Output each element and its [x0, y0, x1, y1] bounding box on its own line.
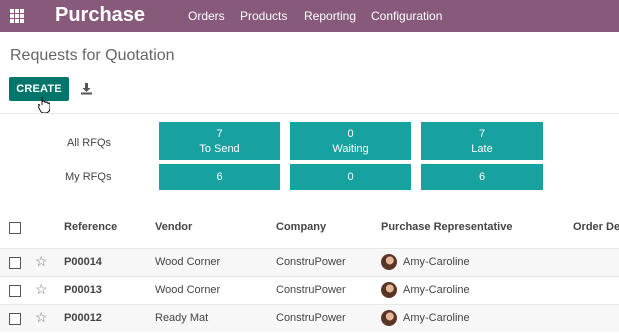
- table-row[interactable]: ☆ P00013 Wood Corner ConstruPower Amy-Ca…: [0, 276, 619, 304]
- table-row[interactable]: ☆ P00014 Wood Corner ConstruPower Amy-Ca…: [0, 248, 619, 276]
- table-row[interactable]: ☆ P00012 Ready Mat ConstruPower Amy-Caro…: [0, 304, 619, 332]
- header-divider: [0, 113, 619, 114]
- row-vendor: Wood Corner: [155, 284, 221, 296]
- tile-all-late[interactable]: 7 Late: [421, 122, 543, 160]
- my-rfqs-label: My RFQs: [65, 171, 112, 183]
- avatar: [381, 310, 397, 326]
- tile-value: 0: [347, 171, 354, 183]
- row-vendor: Ready Mat: [155, 312, 209, 324]
- apps-grid-icon[interactable]: [10, 9, 24, 23]
- tile-label: To Send: [199, 143, 240, 155]
- menu-orders[interactable]: Orders: [188, 9, 225, 23]
- row-vendor: Wood Corner: [155, 256, 221, 268]
- tile-value: 6: [478, 171, 486, 183]
- tile-value: 6: [216, 171, 223, 183]
- row-representative: Amy-Caroline: [403, 312, 470, 324]
- tile-label: Late: [471, 143, 493, 155]
- row-checkbox[interactable]: [9, 313, 21, 325]
- tile-value: 7: [478, 128, 486, 140]
- tile-label: Waiting: [332, 143, 369, 155]
- select-all-checkbox[interactable]: [9, 222, 21, 234]
- menu-reporting[interactable]: Reporting: [304, 9, 356, 23]
- top-navbar: Purchase Orders Products Reporting Confi…: [0, 0, 619, 32]
- star-icon[interactable]: ☆: [35, 253, 48, 270]
- row-company: ConstruPower: [276, 256, 346, 268]
- row-reference: P00014: [64, 256, 102, 268]
- tile-my-to-send[interactable]: 6: [159, 164, 280, 190]
- column-order-deadline[interactable]: Order De: [573, 221, 619, 233]
- menu-products[interactable]: Products: [240, 9, 287, 23]
- row-checkbox[interactable]: [9, 257, 21, 269]
- row-reference: P00013: [64, 284, 102, 296]
- star-icon[interactable]: ☆: [35, 309, 48, 326]
- tile-my-late[interactable]: 6: [421, 164, 543, 190]
- avatar: [381, 254, 397, 270]
- avatar: [381, 282, 397, 298]
- row-checkbox[interactable]: [9, 285, 21, 297]
- app-brand[interactable]: Purchase: [55, 4, 145, 27]
- all-rfqs-label: All RFQs: [67, 137, 111, 149]
- tile-all-waiting[interactable]: 0 Waiting: [290, 122, 411, 160]
- tile-value: 0: [347, 128, 354, 140]
- column-company[interactable]: Company: [276, 221, 326, 233]
- download-icon[interactable]: [80, 82, 93, 95]
- row-reference: P00012: [64, 312, 102, 324]
- menu-configuration[interactable]: Configuration: [371, 9, 442, 23]
- column-vendor[interactable]: Vendor: [155, 221, 192, 233]
- row-representative: Amy-Caroline: [403, 256, 470, 268]
- star-icon[interactable]: ☆: [35, 281, 48, 298]
- tile-value: 7: [216, 128, 223, 140]
- column-reference[interactable]: Reference: [64, 221, 117, 233]
- row-company: ConstruPower: [276, 284, 346, 296]
- row-representative: Amy-Caroline: [403, 284, 470, 296]
- hand-cursor-icon: [38, 97, 50, 114]
- column-purchase-representative[interactable]: Purchase Representative: [381, 221, 512, 233]
- page-title: Requests for Quotation: [10, 47, 175, 64]
- row-company: ConstruPower: [276, 312, 346, 324]
- tile-my-waiting[interactable]: 0: [290, 164, 411, 190]
- tile-all-to-send[interactable]: 7 To Send: [159, 122, 280, 160]
- table-header: Reference Vendor Company Purchase Repres…: [0, 216, 619, 240]
